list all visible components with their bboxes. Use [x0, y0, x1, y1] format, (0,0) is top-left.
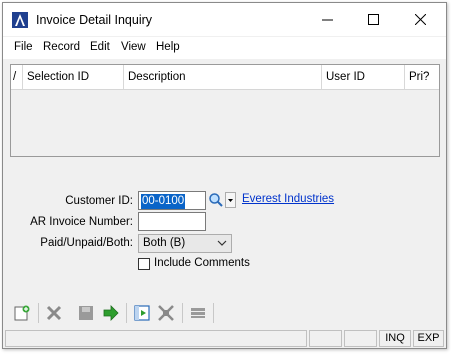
- column-header-selection-id[interactable]: Selection ID: [23, 65, 124, 89]
- save-button[interactable]: [75, 302, 97, 324]
- menu-help[interactable]: Help: [156, 41, 180, 53]
- status-panel-3: [344, 330, 377, 347]
- expand-icon: [158, 305, 174, 321]
- ar-invoice-label: AR Invoice Number:: [30, 216, 133, 228]
- customer-lookup-button[interactable]: [208, 191, 224, 209]
- go-button[interactable]: [100, 302, 122, 324]
- new-icon: [14, 305, 30, 321]
- status-panel-mode: INQ: [379, 330, 411, 347]
- title-bar[interactable]: Invoice Detail Inquiry: [3, 3, 446, 36]
- include-comments-label[interactable]: Include Comments: [154, 257, 250, 269]
- toolbar-separator: [182, 303, 183, 323]
- chevron-down-icon: [217, 240, 227, 246]
- paid-unpaid-select[interactable]: Both (B): [138, 234, 232, 253]
- expand-button[interactable]: [155, 302, 177, 324]
- chevron-down-icon: [228, 199, 233, 202]
- main-window: Invoice Detail Inquiry File Record Edit …: [2, 2, 447, 349]
- status-bar: INQ EXP: [3, 328, 446, 348]
- customer-dropdown-button[interactable]: [225, 192, 236, 208]
- status-panel-message: [5, 330, 307, 347]
- preview-button[interactable]: [131, 302, 153, 324]
- column-header-user-id[interactable]: User ID: [322, 65, 405, 89]
- menu-edit[interactable]: Edit: [90, 41, 110, 53]
- save-icon: [79, 306, 93, 320]
- grid-header: / Selection ID Description User ID Pri?: [11, 65, 439, 90]
- toolbar-separator: [38, 303, 39, 323]
- minimize-icon: [321, 19, 333, 21]
- go-icon: [103, 305, 119, 321]
- customer-id-value: 00-0100: [141, 194, 186, 209]
- menu-view[interactable]: View: [121, 41, 146, 53]
- status-panel-2: [309, 330, 342, 347]
- status-panel-exp: EXP: [413, 330, 444, 347]
- customer-id-label: Customer ID:: [65, 195, 133, 207]
- close-icon: [414, 14, 426, 25]
- paid-unpaid-label: Paid/Unpaid/Both:: [40, 237, 133, 249]
- column-header-priority[interactable]: Pri?: [405, 65, 439, 89]
- menu-bar: File Record Edit View Help: [3, 37, 446, 59]
- toolbar: [3, 299, 446, 327]
- delete-icon: [46, 305, 62, 321]
- menu-file[interactable]: File: [14, 41, 33, 53]
- window-title: Invoice Detail Inquiry: [36, 13, 153, 27]
- new-button[interactable]: [11, 302, 33, 324]
- toolbar-separator: [126, 303, 127, 323]
- column-header-description[interactable]: Description: [124, 65, 322, 89]
- column-header-marker[interactable]: /: [11, 65, 23, 89]
- collapse-button[interactable]: [187, 302, 209, 324]
- delete-button[interactable]: [43, 302, 65, 324]
- close-button[interactable]: [397, 3, 443, 36]
- maximize-icon: [367, 14, 379, 25]
- ar-invoice-field[interactable]: [138, 212, 206, 231]
- include-comments-checkbox[interactable]: [138, 258, 150, 270]
- maximize-button[interactable]: [350, 3, 396, 36]
- menu-record[interactable]: Record: [43, 41, 80, 53]
- collapse-icon: [191, 308, 205, 318]
- search-icon: [209, 193, 223, 207]
- customer-id-field[interactable]: 00-0100: [138, 191, 206, 210]
- paid-unpaid-value: Both (B): [143, 237, 186, 249]
- customer-name-link[interactable]: Everest Industries: [242, 193, 334, 205]
- ar-invoice-input[interactable]: [139, 213, 205, 230]
- minimize-button[interactable]: [304, 3, 350, 36]
- toolbar-separator: [213, 303, 214, 323]
- app-logo-icon: [12, 12, 28, 28]
- preview-icon: [134, 305, 150, 321]
- selection-grid[interactable]: / Selection ID Description User ID Pri?: [10, 64, 440, 157]
